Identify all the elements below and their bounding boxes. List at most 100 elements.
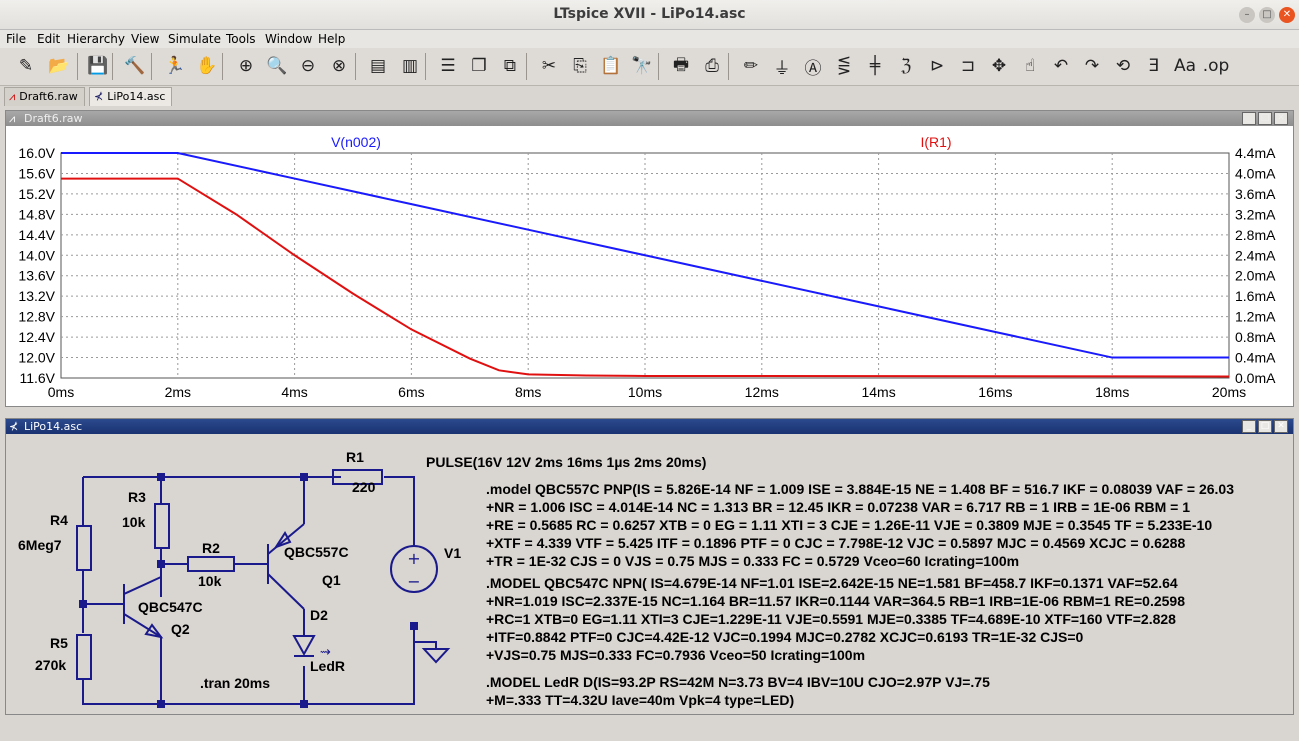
plot-window: ⩘ Draft6.raw _ □ ✕ 0ms 2ms 4ms 6ms 8ms 10ms 12… bbox=[5, 110, 1294, 407]
x-tick-label: 18ms bbox=[1095, 384, 1129, 400]
trace-label-1: I(R1) bbox=[920, 134, 951, 150]
minimize-button[interactable]: – bbox=[1239, 7, 1255, 23]
spice-directive-line: +ITF=0.8842 PTF=0 CJC=4.42E-12 VJC=0.199… bbox=[486, 629, 1084, 645]
plot-close-button[interactable]: ✕ bbox=[1274, 112, 1288, 125]
label-net-icon[interactable]: Ⓐ bbox=[800, 53, 826, 79]
schematic-window: ⊀ LiPo14.asc _ □ ✕ ⇝ + − R1 220 R4 6Meg7 R3 10k R… bbox=[5, 418, 1294, 715]
y-right-tick-label: 1.6mA bbox=[1235, 288, 1276, 304]
spice-directive-line: .MODEL QBC547C NPN( IS=4.679E-14 NF=1.01… bbox=[486, 575, 1178, 591]
paste-icon[interactable]: 📋 bbox=[598, 53, 624, 79]
new-schematic-icon[interactable]: ✎ bbox=[13, 53, 39, 79]
tile-vertical-icon[interactable]: ⧉ bbox=[497, 53, 523, 79]
v1-plus: + bbox=[407, 549, 420, 568]
window-title: LTspice XVII - LiPo14.asc bbox=[553, 6, 746, 22]
label-r2-value: 10k bbox=[198, 573, 222, 589]
schematic-restore-button[interactable]: □ bbox=[1258, 420, 1272, 433]
rotate-icon[interactable]: ⟲ bbox=[1110, 53, 1136, 79]
q1-collector bbox=[267, 573, 305, 610]
autorange-icon[interactable]: ▤ bbox=[365, 53, 391, 79]
halt-icon[interactable]: ✋ bbox=[194, 53, 220, 79]
text-icon[interactable]: Aa bbox=[1172, 53, 1198, 79]
junction-dot bbox=[300, 473, 308, 481]
resistor-r4 bbox=[76, 525, 92, 571]
toolbar-separator bbox=[151, 53, 152, 80]
zoom-out-icon[interactable]: ⊖ bbox=[295, 53, 321, 79]
component-icon[interactable]: ⊐ bbox=[955, 53, 981, 79]
menu-window[interactable]: Window bbox=[265, 32, 312, 46]
resistor-icon[interactable]: ⋚ bbox=[831, 53, 857, 79]
label-pulse: PULSE(16V 12V 2ms 16ms 1µs 2ms 20ms) bbox=[426, 454, 706, 470]
y-right-tick-label: 4.0mA bbox=[1235, 165, 1276, 181]
open-icon[interactable]: 📂 bbox=[46, 53, 72, 79]
menu-hierarchy[interactable]: Hierarchy bbox=[67, 32, 125, 46]
pick-traces-icon[interactable]: ▥ bbox=[397, 53, 423, 79]
plot-minimize-button[interactable]: _ bbox=[1242, 112, 1256, 125]
y-right-tick-label: 0.0mA bbox=[1235, 370, 1276, 386]
find-icon[interactable]: 🔭 bbox=[629, 53, 655, 79]
tab-lipo14[interactable]: ⊀ LiPo14.asc bbox=[89, 87, 173, 106]
spice-directive-line: +XTF = 4.339 VTF = 5.425 ITF = 0.1896 PT… bbox=[486, 535, 1185, 551]
menu-help[interactable]: Help bbox=[318, 32, 345, 46]
menu-tools[interactable]: Tools bbox=[226, 32, 256, 46]
capacitor-icon[interactable]: ╪ bbox=[862, 53, 888, 79]
redo-icon[interactable]: ↷ bbox=[1079, 53, 1105, 79]
x-tick-label: 12ms bbox=[745, 384, 779, 400]
menu-simulate[interactable]: Simulate bbox=[168, 32, 221, 46]
schematic-window-titlebar[interactable]: ⊀ LiPo14.asc _ □ ✕ bbox=[6, 419, 1293, 434]
diode-icon[interactable]: ⊳ bbox=[924, 53, 950, 79]
plot-restore-button[interactable]: □ bbox=[1258, 112, 1272, 125]
spice-directive-line: +TR = 1E-32 CJS = 0 VJS = 0.75 MJS = 0.3… bbox=[486, 553, 1019, 569]
plot-window-titlebar[interactable]: ⩘ Draft6.raw _ □ ✕ bbox=[6, 111, 1293, 126]
run-icon[interactable]: 🏃 bbox=[162, 53, 188, 79]
zoom-cancel-icon[interactable]: ⊗ bbox=[326, 53, 352, 79]
zoom-in-icon[interactable]: ⊕ bbox=[233, 53, 259, 79]
control-panel-icon[interactable]: 🔨 bbox=[122, 53, 148, 79]
inductor-icon[interactable]: ℨ bbox=[893, 53, 919, 79]
draw-wire-icon[interactable]: ✏ bbox=[738, 53, 764, 79]
label-q1-model: QBC557C bbox=[284, 544, 349, 560]
close-button[interactable]: ✕ bbox=[1279, 7, 1295, 23]
tile-horizontal-icon[interactable]: ☰ bbox=[435, 53, 461, 79]
y-left-tick-label: 13.6V bbox=[18, 268, 55, 284]
y-left-tick-label: 12.0V bbox=[18, 350, 55, 366]
mirror-icon[interactable]: Ǝ bbox=[1141, 53, 1167, 79]
ground-icon[interactable]: ⏚ bbox=[769, 53, 795, 79]
cut-icon[interactable]: ✂ bbox=[536, 53, 562, 79]
zoom-area-icon[interactable]: 🔍 bbox=[264, 53, 290, 79]
menu-file[interactable]: File bbox=[6, 32, 26, 46]
menu-edit[interactable]: Edit bbox=[37, 32, 60, 46]
maximize-button[interactable]: □ bbox=[1259, 7, 1275, 23]
x-tick-label: 10ms bbox=[628, 384, 662, 400]
move-icon[interactable]: ✥ bbox=[986, 53, 1012, 79]
label-r5: R5 bbox=[50, 635, 68, 651]
schematic-close-button[interactable]: ✕ bbox=[1274, 420, 1288, 433]
spice-directive-icon[interactable]: .op bbox=[1203, 53, 1230, 79]
waveform-plot[interactable]: 0ms 2ms 4ms 6ms 8ms 10ms 12ms 14ms 16ms 18ms 20ms 1… bbox=[6, 126, 1293, 406]
cascade-icon[interactable]: ❐ bbox=[466, 53, 492, 79]
label-r2: R2 bbox=[202, 540, 220, 556]
label-r4: R4 bbox=[50, 512, 68, 528]
schematic-minimize-button[interactable]: _ bbox=[1242, 420, 1256, 433]
copy-icon[interactable]: ⎘ bbox=[567, 53, 593, 79]
y-right-tick-label: 3.2mA bbox=[1235, 206, 1276, 222]
x-tick-label: 20ms bbox=[1212, 384, 1246, 400]
resistor-r2 bbox=[187, 556, 235, 572]
spice-directive-line: +M=.333 TT=4.32U Iave=40m Vpk=4 type=LED… bbox=[486, 692, 794, 708]
x-tick-label: 4ms bbox=[281, 384, 307, 400]
tab-draft6[interactable]: ⩘ Draft6.raw bbox=[4, 87, 85, 106]
schematic-window-title: LiPo14.asc bbox=[24, 420, 83, 433]
waveform-icon: ⩘ bbox=[9, 90, 16, 103]
print-icon[interactable]: ⎙ bbox=[699, 53, 725, 79]
undo-icon[interactable]: ↶ bbox=[1048, 53, 1074, 79]
label-r4-value: 6Meg7 bbox=[18, 537, 62, 553]
label-d2: D2 bbox=[310, 607, 328, 623]
toolbar-separator bbox=[77, 53, 78, 80]
y-left-tick-label: 13.2V bbox=[18, 288, 55, 304]
drag-icon[interactable]: ☝ bbox=[1017, 53, 1043, 79]
schematic-canvas[interactable]: ⇝+−R1220R46Meg7R310kR210kQBC557CQ1QBC547… bbox=[6, 434, 1293, 714]
save-icon[interactable]: 💾 bbox=[85, 53, 111, 79]
y-left-tick-label: 14.0V bbox=[18, 247, 55, 263]
led-d2 bbox=[292, 635, 316, 657]
print-setup-icon[interactable]: 🖶 bbox=[668, 53, 694, 79]
menu-view[interactable]: View bbox=[131, 32, 159, 46]
